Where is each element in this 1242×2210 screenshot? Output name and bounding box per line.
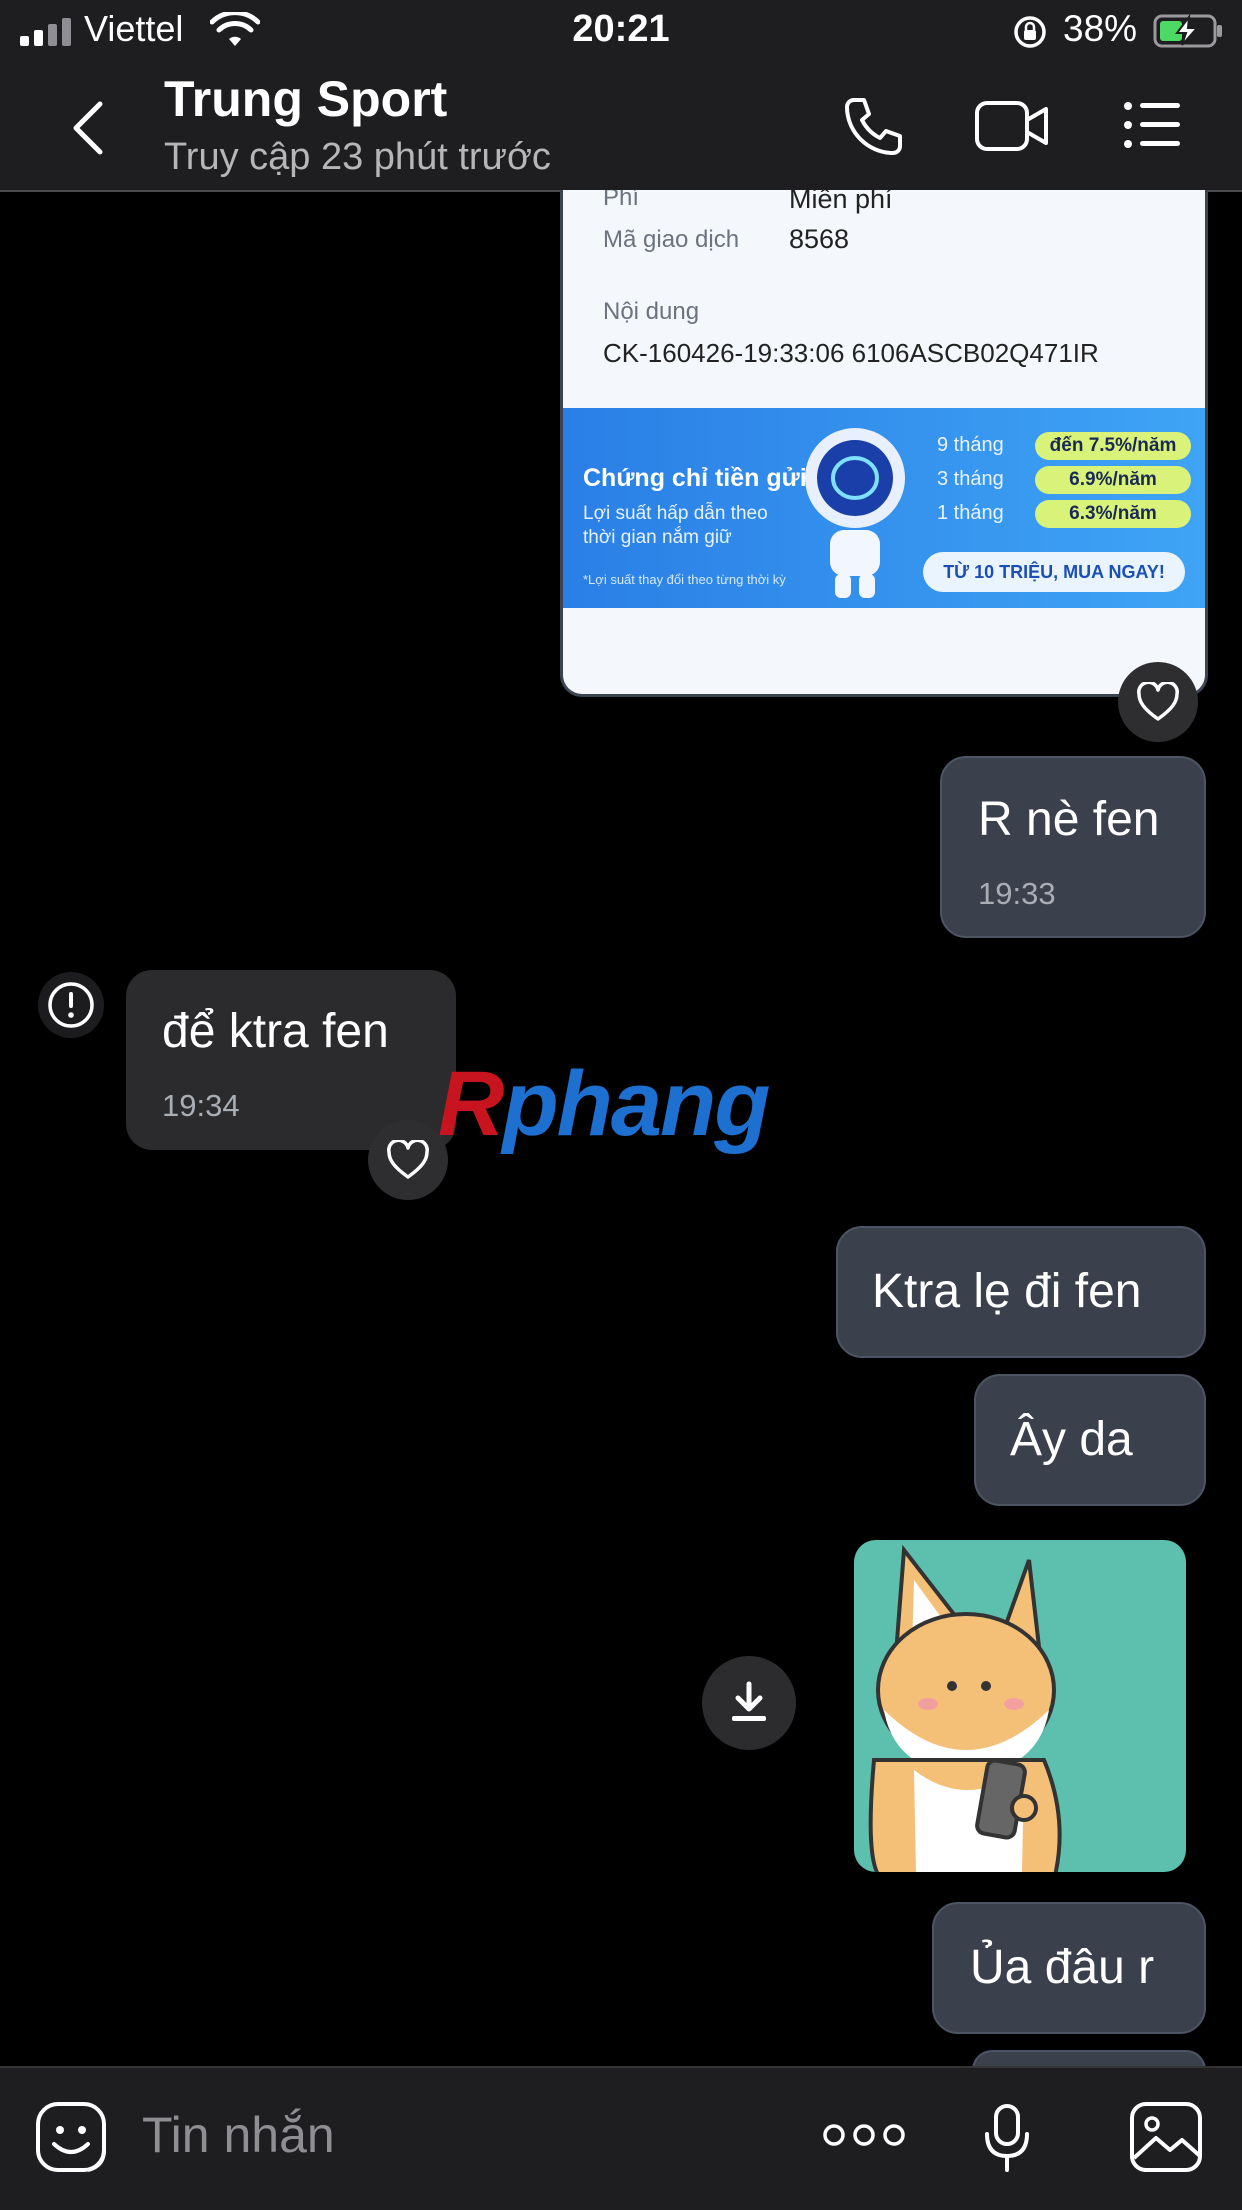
rotation-lock-icon [1014,16,1046,48]
status-time: 20:21 [572,8,670,50]
rate-value-1: 6.3%/năm [1035,500,1191,528]
content-label: Nội dung [603,298,700,325]
fee-label: Phí [603,190,640,211]
banner-note: *Lợi suất thay đổi theo từng thời kỳ [583,572,786,587]
battery-charging-icon [1153,14,1222,48]
message-time: 19:33 [978,876,1056,911]
fox-sticker[interactable] [854,1540,1186,1872]
download-icon [732,1681,766,1721]
banner-subline-1: Lợi suất hấp dẫn theo [583,503,768,524]
message-text: để ktra fen [162,1005,389,1058]
banner-subline-2: thời gian nắm giữ [583,527,732,548]
rate-term-3: 3 tháng [937,468,1004,490]
last-seen-status: Truy cập 23 phút trước [164,136,551,178]
rate-value-9: đến 7.5%/năm [1035,432,1191,460]
message-input[interactable]: Tin nhắn [142,2106,335,2164]
microphone-icon[interactable] [982,2102,1032,2174]
image-gallery-icon[interactable] [1128,2100,1204,2174]
banner-cta: TỪ 10 TRIỆU, MUA NGAY! [923,552,1185,592]
sticker-emoji-icon[interactable] [34,2100,108,2174]
fox-sticker-image [868,1544,1062,1872]
rate-term-9: 9 tháng [937,434,1004,456]
message-time: 19:34 [162,1088,240,1123]
battery-percent: 38% [1063,8,1138,49]
outgoing-message-bubble[interactable]: Ây da [974,1374,1206,1506]
message-text: Ây da [1010,1413,1133,1466]
message-text: Ủa đâu r [970,1941,1155,1994]
watermark-logo: Rphang [438,1053,770,1155]
heart-icon [1137,682,1179,721]
rate-term-1: 1 tháng [937,502,1004,524]
phone-call-icon[interactable] [842,96,904,156]
transaction-value: 8568 [789,224,850,254]
heart-icon [387,1140,429,1179]
outgoing-message-bubble[interactable]: Ủa đâu r [932,1902,1206,2034]
mascot-robot-icon [805,428,905,598]
message-info-button[interactable] [38,972,104,1038]
outgoing-message-bubble[interactable]: Ktra lẹ đi fen [836,1226,1206,1358]
video-call-icon[interactable] [974,100,1050,152]
content-value: CK-160426-19:33:06 6106ASCB02Q471IR [603,338,1099,368]
download-button[interactable] [702,1656,796,1750]
more-options-icon[interactable] [822,2120,906,2150]
like-button[interactable] [368,1120,448,1200]
promo-banner: Chứng chỉ tiền gửi Lợi suất hấp dẫn theo… [563,408,1205,608]
banner-headline: Chứng chỉ tiền gửi [583,464,807,492]
message-text: Ktra lẹ đi fen [872,1265,1142,1318]
transfer-receipt-image[interactable]: Phí Miễn phí Mã giao dịch 8568 Nội dung … [560,190,1208,697]
menu-list-icon[interactable] [1122,100,1182,150]
transaction-label: Mã giao dịch [603,226,740,253]
rate-value-3: 6.9%/năm [1035,466,1191,494]
info-icon [48,982,94,1028]
contact-name[interactable]: Trung Sport [164,70,447,128]
fee-value: Miễn phí [789,190,893,214]
back-arrow-icon[interactable] [68,98,108,158]
outgoing-message-bubble[interactable]: R nè fen 19:33 [940,756,1206,938]
like-button[interactable] [1118,662,1198,742]
message-text: R nè fen [978,793,1160,846]
